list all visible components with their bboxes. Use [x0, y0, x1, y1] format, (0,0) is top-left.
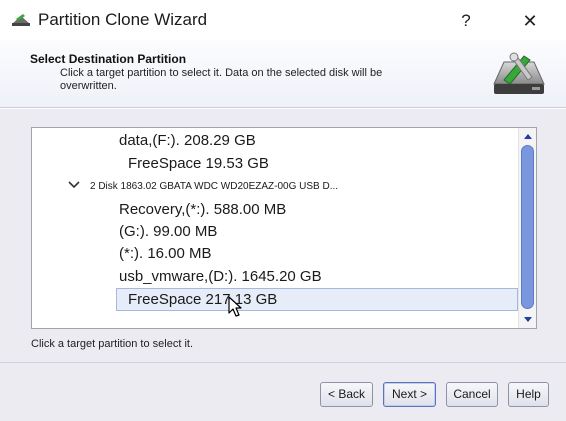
tree-item-partition[interactable]: (*:). 16.00 MB	[119, 245, 212, 262]
tree-item-partition[interactable]: (G:). 99.00 MB	[119, 223, 217, 240]
close-button[interactable]: ✕	[516, 8, 544, 34]
footer-divider	[0, 362, 566, 363]
tree-item-freespace[interactable]: FreeSpace 19.53 GB	[128, 155, 269, 172]
scroll-up-arrow-icon[interactable]	[523, 132, 533, 140]
scrollbar-thumb[interactable]	[521, 145, 534, 309]
tree-item-freespace-selected[interactable]: FreeSpace 217.13 GB	[128, 291, 277, 308]
header-title: Select Destination Partition	[30, 52, 187, 66]
mouse-cursor-icon	[228, 296, 242, 317]
title-help-button[interactable]: ?	[452, 8, 480, 34]
next-button[interactable]: Next >	[383, 382, 436, 407]
cancel-button[interactable]: Cancel	[446, 382, 498, 407]
help-button[interactable]: Help	[508, 382, 549, 407]
tree-item-partition[interactable]: Recovery,(*:). 588.00 MB	[119, 201, 286, 218]
vertical-scrollbar[interactable]	[518, 128, 536, 328]
tree-item-partition[interactable]: data,(F:). 208.29 GB	[119, 132, 256, 149]
tree-item-disk[interactable]: 2 Disk 1863.02 GBATA WDC WD20EZAZ-00G US…	[90, 181, 338, 192]
back-button[interactable]: < Back	[320, 382, 373, 407]
title-bar: Partition Clone Wizard ? ✕	[0, 0, 566, 40]
header-description: Click a target partition to select it. D…	[60, 67, 383, 92]
disk-wizard-icon	[12, 14, 30, 26]
wizard-header: Select Destination Partition Click a tar…	[0, 40, 566, 108]
disk-tools-icon	[493, 52, 545, 94]
tree-item-partition[interactable]: usb_vmware,(D:). 1645.20 GB	[119, 268, 322, 285]
chevron-down-icon[interactable]	[68, 180, 80, 190]
hint-text: Click a target partition to select it.	[31, 338, 194, 350]
scroll-down-arrow-icon[interactable]	[523, 316, 533, 324]
partition-tree[interactable]: data,(F:). 208.29 GB FreeSpace 19.53 GB …	[31, 127, 537, 329]
window-title: Partition Clone Wizard	[38, 10, 208, 29]
